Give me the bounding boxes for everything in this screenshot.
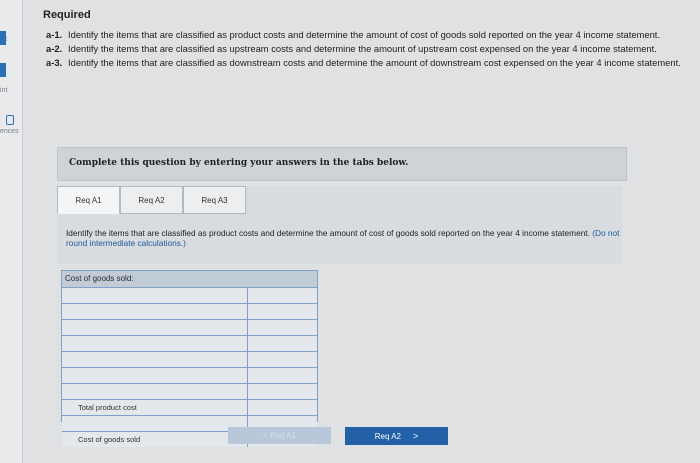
required-item-number: a-3. — [46, 57, 63, 68]
next-req-button[interactable]: Req A2 > — [345, 427, 448, 445]
tab-instruction-text: Identify the items that are classified a… — [66, 228, 590, 238]
question-panel: Complete this question by entering your … — [57, 147, 627, 181]
tab-req-a2[interactable]: Req A2 — [120, 186, 183, 214]
table-row — [62, 304, 317, 322]
required-heading: Required — [43, 9, 91, 21]
tab-req-a1[interactable]: Req A1 — [57, 186, 120, 214]
next-req-label: Req A2 — [374, 431, 401, 441]
table-row — [62, 384, 317, 402]
tab-instruction: Identify the items that are classified a… — [66, 228, 622, 248]
required-item-a3: a-3. Identify the items that are classif… — [46, 57, 696, 68]
required-item-number: a-2. — [46, 43, 63, 54]
left-strip: ok int ences — [0, 0, 23, 463]
strip-label-2: int — [0, 87, 8, 94]
required-item-text: Identify the items that are classified a… — [68, 43, 657, 54]
chevron-right-icon: > — [412, 431, 419, 441]
cost-of-goods-sold-label: Cost of goods sold — [62, 432, 248, 447]
table-row — [62, 336, 317, 354]
cogs-table: Cost of goods sold: Total product cost C… — [61, 270, 318, 450]
table-row — [62, 352, 317, 370]
cogs-table-header: Cost of goods sold: — [62, 271, 317, 288]
required-item-a1: a-1. Identify the items that are classif… — [46, 29, 696, 40]
document-icon[interactable] — [6, 115, 14, 125]
prev-req-button[interactable]: < Req A1 — [228, 427, 331, 444]
question-instruction: Complete this question by entering your … — [69, 158, 409, 168]
required-list: a-1. Identify the items that are classif… — [46, 29, 696, 71]
tab-req-a3[interactable]: Req A3 — [183, 186, 246, 214]
strip-marker-2 — [0, 63, 6, 77]
table-row — [62, 368, 317, 386]
total-product-cost-row: Total product cost — [62, 400, 317, 418]
table-row — [62, 288, 317, 306]
table-row — [62, 320, 317, 338]
required-item-a2: a-2. Identify the items that are classif… — [46, 43, 696, 54]
strip-marker-1 — [0, 31, 6, 45]
required-item-text: Identify the items that are classified a… — [68, 29, 660, 40]
required-item-text: Identify the items that are classified a… — [68, 57, 681, 68]
tab-bar: Req A1 Req A2 Req A3 — [57, 186, 246, 214]
total-product-cost-label: Total product cost — [62, 400, 248, 415]
required-item-number: a-1. — [46, 29, 63, 40]
strip-label-3[interactable]: ences — [0, 128, 19, 135]
